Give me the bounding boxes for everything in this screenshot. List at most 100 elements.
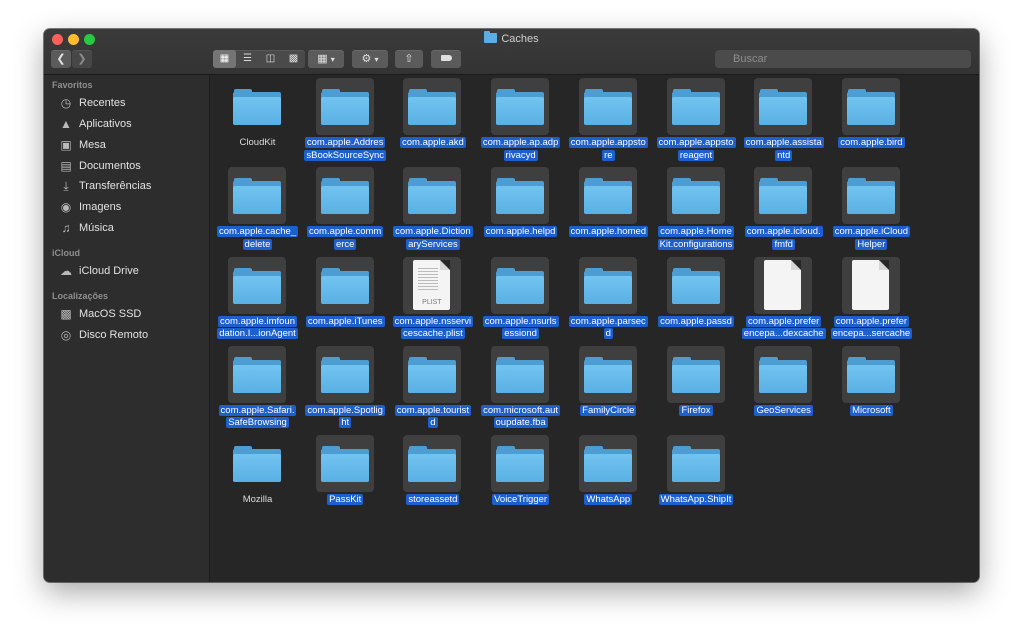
file-item[interactable]: FamilyCircle	[564, 344, 653, 433]
sidebar-item-macos-ssd[interactable]: ▩ MacOS SSD	[58, 304, 206, 324]
cloud-icon: ☁	[60, 264, 72, 278]
file-name-label: com.microsoft.aut oupdate.fba	[476, 404, 565, 430]
sidebar-item-imagens[interactable]: ◉ Imagens	[58, 197, 206, 217]
file-icon-frame	[666, 256, 725, 314]
file-item[interactable]: com.apple.Addres sBookSourceSync	[301, 76, 390, 165]
file-name-line: rivacyd	[503, 149, 538, 161]
file-icon-frame	[841, 167, 900, 225]
file-icon-frame	[578, 78, 637, 135]
file-item[interactable]: com.apple.prefer encepa...sercache	[827, 255, 916, 344]
file-item[interactable]: com.apple.passd	[652, 255, 741, 344]
file-name-line: com.apple.appsto	[568, 137, 648, 148]
file-name-line: essiond	[502, 328, 539, 340]
file-item[interactable]: Firefox	[652, 344, 741, 433]
view-gallery-button[interactable]: ▩	[282, 50, 305, 68]
document-file-icon	[851, 259, 889, 310]
back-button[interactable]: ❮	[51, 50, 71, 68]
folder-icon	[408, 178, 457, 215]
file-item[interactable]: WhatsApp	[564, 433, 653, 522]
folder-icon	[233, 267, 281, 304]
file-icon-frame	[754, 345, 813, 403]
file-item[interactable]: com.apple.parsec d	[564, 255, 653, 344]
file-name-label: FamilyCircle	[564, 404, 653, 418]
file-item[interactable]: com.microsoft.aut oupdate.fba	[476, 344, 565, 433]
file-item[interactable]: com.apple.iTunes	[301, 255, 390, 344]
file-item[interactable]: com.apple.icloud. fmfd	[739, 165, 828, 254]
folder-icon	[671, 178, 720, 215]
sidebar-item-mesa[interactable]: ▣ Mesa	[58, 135, 206, 155]
group-button[interactable]: ▦ ▾	[308, 50, 344, 68]
file-name-line: aryServices	[406, 238, 460, 250]
sidebar-header-icloud: iCloud	[52, 248, 80, 258]
sidebar-item-musica[interactable]: ♫ Música	[58, 218, 206, 238]
file-icon-frame	[315, 256, 374, 314]
file-name-line: com.apple.Diction	[393, 226, 473, 238]
forward-button[interactable]: ❯	[72, 50, 92, 68]
file-item[interactable]: com.apple.Diction aryServices	[388, 165, 477, 254]
sidebar-item-transferencias[interactable]: ⤓ Transferências	[58, 176, 206, 196]
file-item[interactable]: com.apple.appsto re	[564, 76, 653, 165]
grid-icon: ▦	[219, 53, 230, 64]
file-icon-frame	[491, 435, 550, 493]
sidebar-item-documentos[interactable]: ▤ Documentos	[58, 156, 206, 176]
file-name-label: com.apple.appsto re	[564, 137, 653, 162]
file-item[interactable]: Microsoft	[827, 344, 916, 433]
file-item[interactable]: com.apple.imfoun dation.I...ionAgent	[213, 255, 302, 344]
file-item[interactable]: com.apple.prefer encepa...dexcache	[739, 255, 828, 344]
file-item[interactable]: Mozilla	[213, 433, 302, 522]
view-icons-button[interactable]: ▦	[213, 50, 236, 68]
file-name-line: encepa...sercache	[830, 328, 913, 340]
folder-icon	[846, 356, 895, 393]
file-name-label: com.apple.Spotlig ht	[301, 404, 390, 430]
search-input[interactable]	[715, 50, 971, 68]
share-button[interactable]: ⇧	[395, 50, 423, 68]
action-button[interactable]: ⚙ ▾	[352, 50, 388, 68]
file-item[interactable]: com.apple.helpd	[476, 165, 565, 254]
file-name-line: reagent	[677, 149, 715, 161]
view-list-button[interactable]: ☰	[236, 50, 259, 68]
file-item[interactable]: VoiceTrigger	[476, 433, 565, 522]
file-name-line: sBookSourceSync	[304, 149, 386, 161]
tags-button[interactable]	[431, 50, 461, 68]
file-item[interactable]: com.apple.nsurls essiond	[476, 255, 565, 344]
download-icon: ⤓	[63, 178, 69, 193]
file-item[interactable]: com.apple.comm erce	[301, 165, 390, 254]
file-name-label: com.apple.cache_ delete	[213, 226, 302, 251]
sidebar-item-recentes[interactable]: ◷ Recentes	[58, 93, 206, 113]
desktop-icon: ▣	[60, 138, 72, 152]
file-item[interactable]: com.apple.homed	[564, 165, 653, 254]
file-icon-frame	[578, 345, 637, 403]
file-item[interactable]: CloudKit	[213, 76, 302, 165]
file-item[interactable]: WhatsApp.ShipIt	[652, 433, 741, 522]
file-item[interactable]: com.apple.assista ntd	[739, 76, 828, 165]
file-icon-frame	[491, 78, 550, 135]
file-item[interactable]: com.apple.appsto reagent	[652, 76, 741, 165]
group-grid-icon: ▦	[317, 53, 328, 65]
file-name-label: com.apple.Diction aryServices	[388, 226, 477, 251]
sidebar-item-disco-remoto[interactable]: ◎ Disco Remoto	[58, 325, 206, 345]
file-name-line: Microsoft	[850, 404, 893, 416]
file-item[interactable]: PassKit	[301, 433, 390, 522]
file-item[interactable]: com.apple.bird	[827, 76, 916, 165]
file-item[interactable]: com.apple.Safari. SafeBrowsing	[213, 344, 302, 433]
file-item[interactable]: com.apple.tourist d	[388, 344, 477, 433]
file-name-label: com.apple.prefer encepa...sercache	[827, 315, 916, 341]
file-item[interactable]: com.apple.Home Kit.configurations	[652, 165, 741, 254]
sidebar-item-aplicativos[interactable]: ▲ Aplicativos	[58, 114, 206, 134]
view-columns-button[interactable]: ◫	[259, 50, 282, 68]
chevron-left-icon: ❮	[56, 53, 66, 65]
file-item[interactable]: com.apple.ap.adp rivacyd	[476, 76, 565, 165]
file-name-line: com.apple.cache_	[216, 226, 299, 238]
folder-icon	[496, 178, 545, 215]
file-item[interactable]: GeoServices	[739, 344, 828, 433]
file-item[interactable]: com.apple.Spotlig ht	[301, 344, 390, 433]
file-item[interactable]: com.apple.akd	[388, 76, 477, 165]
file-item[interactable]: storeassetd	[388, 433, 477, 522]
file-item[interactable]: com.apple.cache_ delete	[213, 165, 302, 254]
sidebar-item-icloud-drive[interactable]: ☁ iCloud Drive	[58, 261, 206, 281]
file-icon-frame	[666, 78, 725, 135]
file-name-line: com.apple.comm	[307, 226, 384, 238]
file-name-label: com.apple.tourist d	[388, 404, 477, 430]
file-item[interactable]: com.apple.iCloud Helper	[827, 165, 916, 254]
file-item[interactable]: PLIST com.apple.nsservi cescache.plist	[388, 255, 477, 344]
